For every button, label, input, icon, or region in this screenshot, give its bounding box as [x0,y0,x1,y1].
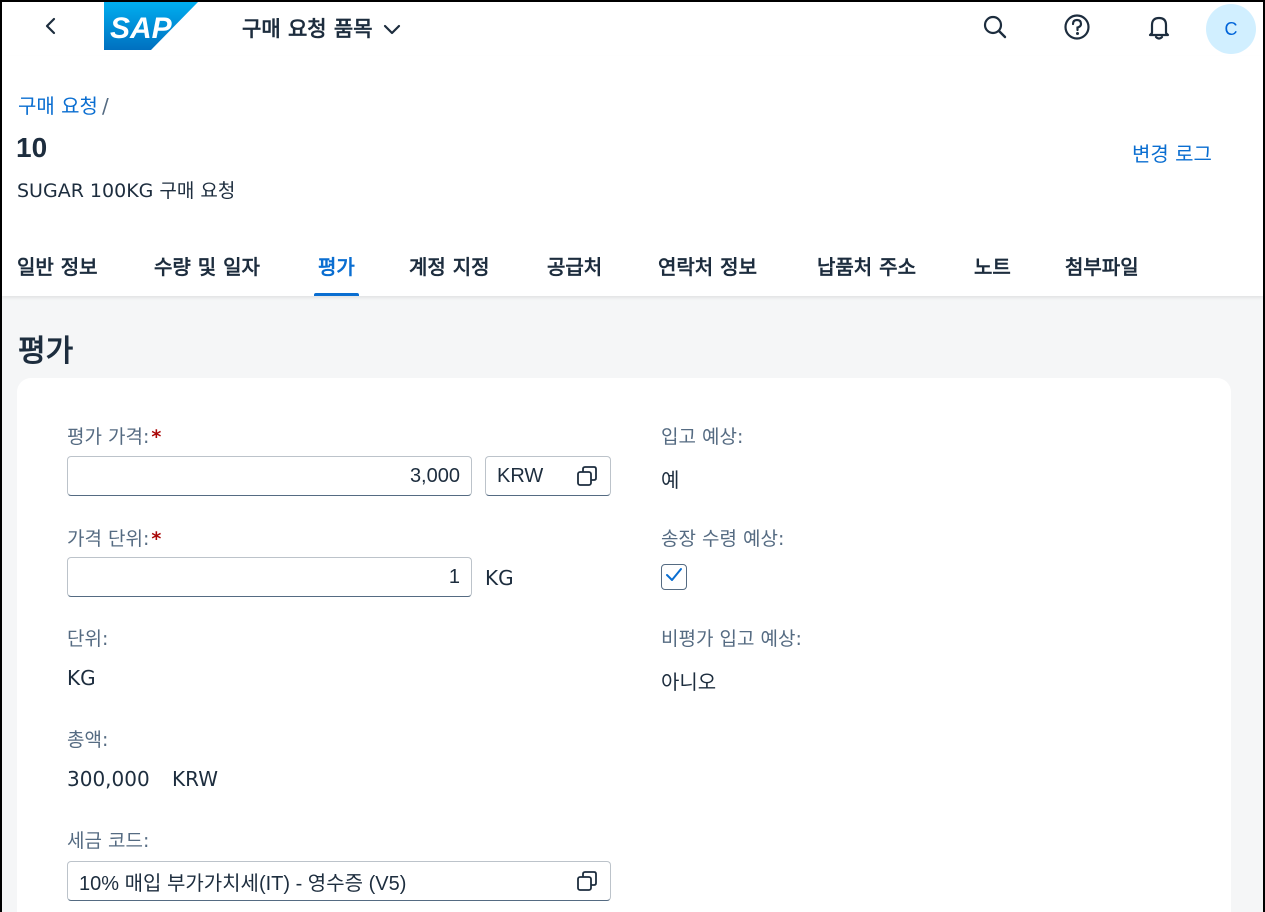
logo-text: SAP [110,12,173,45]
value-help-icon[interactable] [575,464,599,488]
goods-receipt-value: 예 [661,468,680,492]
tab-valuation[interactable]: 평가 [314,234,359,296]
breadcrumb-separator: / [101,94,109,118]
breadcrumb: 구매 요청 / [18,90,109,119]
tab-delivery-address[interactable]: 납품처 주소 [817,234,916,296]
nonvaluated-gr-label: 비평가 입고 예상: [661,628,802,650]
price-unit-label: 가격 단위: * [67,528,162,550]
search-button[interactable] [977,11,1013,47]
price-unit-input[interactable]: 1 [67,557,472,597]
help-button[interactable] [1059,11,1095,47]
checkmark-icon [665,567,683,588]
help-icon [1063,13,1091,46]
required-mark: * [151,528,162,550]
valuation-price-label: 평가 가격: * [67,426,162,448]
total-value: 300,000 [67,767,150,791]
app-frame: SAP 구매 요청 품목 C 구매 요청 / 10 SUGAR 100KG 구매… [0,0,1265,912]
page-subtitle: SUGAR 100KG 구매 요청 [17,180,236,202]
breadcrumb-link-purchase-requisition[interactable]: 구매 요청 [18,94,98,118]
currency-field[interactable]: KRW [485,456,611,496]
invoice-receipt-checkbox[interactable] [661,564,687,590]
valuation-price-input[interactable]: 3,000 [67,456,472,496]
required-mark: * [151,426,162,448]
tab-attachments[interactable]: 첨부파일 [1065,234,1139,296]
shell-bar: SAP 구매 요청 품목 C [2,2,1263,56]
invoice-receipt-label: 송장 수령 예상: [661,528,785,550]
unit-label: 단위: [67,628,109,650]
section-title: 평가 [18,334,74,369]
tab-source-of-supply[interactable]: 공급처 [547,234,602,296]
chevron-down-icon [383,16,401,40]
search-icon [982,14,1008,45]
page-title: 10 [16,132,48,163]
value-help-icon[interactable] [575,869,599,893]
bell-icon [1146,13,1172,46]
nonvaluated-gr-value: 아니오 [661,670,717,694]
avatar[interactable]: C [1206,4,1256,54]
tax-code-value: 10% 매입 부가가치세(IT) - 영수증 (V5) [79,872,407,895]
valuation-form-card: 평가 가격: * 3,000 KRW 가격 단위: * 1 KG 단위: KG 총액… [17,378,1231,912]
change-log-link[interactable]: 변경 로그 [1132,138,1212,167]
tab-account-assignment[interactable]: 계정 지정 [409,234,490,296]
app-title: 구매 요청 품목 [242,17,373,41]
price-unit-uom: KG [485,566,514,590]
unit-value: KG [67,666,96,690]
total-currency: KRW [172,767,218,791]
tab-contact-info[interactable]: 연락처 정보 [658,234,757,296]
sap-logo[interactable]: SAP [104,2,198,50]
notifications-button[interactable] [1141,11,1177,47]
total-label: 총액: [67,729,109,751]
back-icon [43,17,59,40]
tab-quantity-dates[interactable]: 수량 및 일자 [154,234,260,296]
tab-notes[interactable]: 노트 [974,234,1011,296]
app-title-menu[interactable]: 구매 요청 품목 [242,12,401,44]
back-button[interactable] [34,11,68,45]
currency-value: KRW [497,464,544,487]
goods-receipt-label: 입고 예상: [661,426,744,448]
tax-code-field[interactable]: 10% 매입 부가가치세(IT) - 영수증 (V5) [67,861,611,901]
tab-general-info[interactable]: 일반 정보 [17,234,98,296]
tax-code-label: 세금 코드: [67,830,150,852]
object-header: 구매 요청/ 10 SUGAR 100KG 구매 요청 변경 로그 일반 정보 … [2,56,1263,296]
